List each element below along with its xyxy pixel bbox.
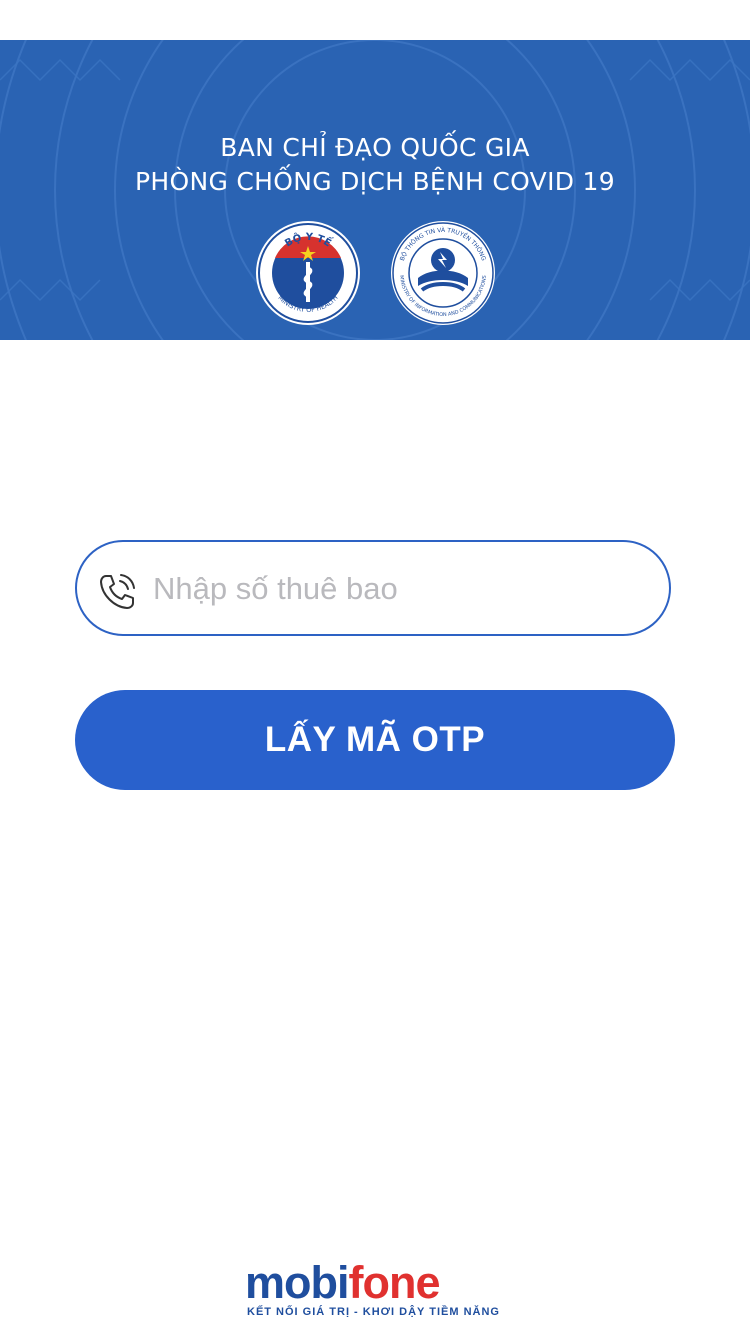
- phone-icon: [100, 574, 135, 609]
- get-otp-button[interactable]: LẤY MÃ OTP: [75, 690, 675, 790]
- status-bar: [0, 0, 750, 40]
- header-banner: BAN CHỈ ĐẠO QUỐC GIA PHÒNG CHỐNG DỊCH BỆ…: [0, 40, 750, 340]
- ministry-of-information-emblem: BỘ THÔNG TIN VÀ TRUYỀN THÔNG MINISTRY OF…: [391, 221, 495, 325]
- mobifone-logo: mobifone KẾT NỐI GIÁ TRỊ - KHƠI DẬY TIỀM…: [245, 1258, 505, 1324]
- phone-number-input[interactable]: [153, 560, 633, 618]
- banner-title-line2: PHÒNG CHỐNG DỊCH BỆNH COVID 19: [135, 167, 615, 196]
- mobifone-tagline: KẾT NỐI GIÁ TRỊ - KHƠI DẬY TIỀM NĂNG: [247, 1306, 500, 1318]
- phone-number-field[interactable]: [75, 540, 671, 636]
- mobifone-wordmark: mobifone: [245, 1257, 441, 1308]
- banner-title-line1: BAN CHỈ ĐẠO QUỐC GIA: [220, 133, 530, 162]
- ministry-of-health-emblem: BỘ Y TẾ MINISTRY OF HEALTH: [256, 221, 360, 325]
